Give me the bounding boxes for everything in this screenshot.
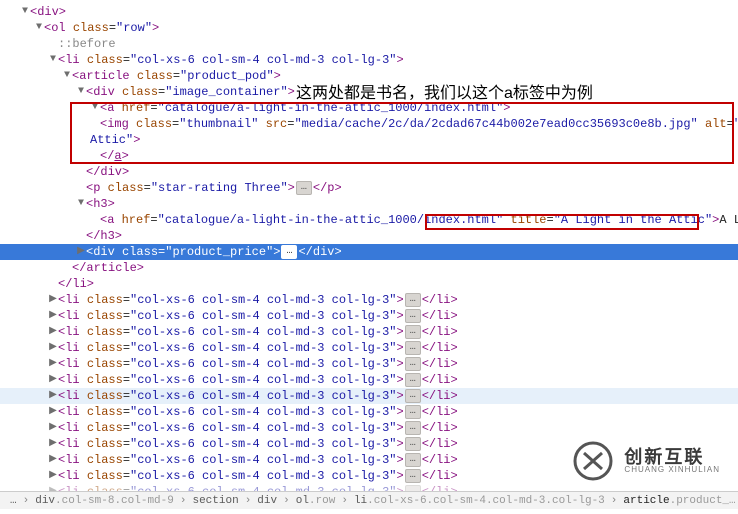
collapsed-icon[interactable]: … [405,341,421,355]
class-value: product_price [172,245,266,259]
link-text: A Light in the … [719,213,738,227]
node-li[interactable]: <li class="col-xs-6 col-sm-4 col-md-3 co… [0,52,738,68]
collapsed-icon[interactable]: … [405,373,421,387]
logo-text-cn: 创新互联 [624,448,720,466]
logo-icon [570,441,616,481]
dom-tree: <div> <ol class="row"> ::before <li clas… [0,0,738,500]
logo-text-en: CHUANG XINHULIAN [624,466,720,474]
toggle-icon[interactable] [48,308,58,324]
node-img-cont: Attic"> [0,132,738,148]
toggle-icon[interactable] [76,196,86,212]
collapsed-icon[interactable]: … [281,245,297,259]
toggle-icon[interactable] [48,404,58,420]
class-value: product_pod [187,69,266,83]
node-ol[interactable]: <ol class="row"> [0,20,738,36]
node-h3[interactable]: <h3> [0,196,738,212]
node-li[interactable]: <li class="col-xs-6 col-sm-4 col-md-3 co… [0,292,738,308]
class-value: thumbnail [186,117,251,131]
node-li[interactable]: <li class="col-xs-6 col-sm-4 col-md-3 co… [0,356,738,372]
node-li[interactable]: <li class="col-xs-6 col-sm-4 col-md-3 co… [0,308,738,324]
annotation-text: 这两处都是书名，我们以这个a标签中为例 [296,79,593,103]
href-value: catalogue/a-light-in-the-attic_1000/inde… [165,101,496,115]
crumb-div[interactable]: div.col-sm-8.col-md-9 [33,495,176,507]
watermark-logo: 创新互联 CHUANG XINHULIAN [564,437,726,485]
collapsed-icon[interactable]: … [405,293,421,307]
collapsed-icon[interactable]: … [405,357,421,371]
node-li-close[interactable]: </li> [0,276,738,292]
node-div[interactable]: <div> [0,4,738,20]
toggle-icon[interactable] [20,4,30,20]
toggle-icon[interactable] [48,468,58,484]
node-div-close[interactable]: </div> [0,164,738,180]
toggle-icon[interactable] [48,356,58,372]
node-product-price[interactable]: <div class="product_price">…</div> [0,244,738,260]
title-value: A Light in the Attic [561,213,705,227]
toggle-icon[interactable] [76,244,86,260]
toggle-icon[interactable] [90,100,100,116]
class-value: col-xs-6 col-sm-4 col-md-3 col-lg-3 [137,53,389,67]
breadcrumb[interactable]: … div.col-sm-8.col-md-9 section div ol.r… [0,491,738,509]
node-a-title[interactable]: <a href="catalogue/a-light-in-the-attic_… [0,212,738,228]
crumb-article[interactable]: article.product_… [621,495,737,507]
collapsed-icon[interactable]: … [405,405,421,419]
node-article-close[interactable]: </article> [0,260,738,276]
crumb-ellipsis[interactable]: … [8,495,19,507]
collapsed-icon[interactable]: … [405,309,421,323]
collapsed-icon[interactable]: … [405,437,421,451]
toggle-icon[interactable] [48,452,58,468]
pseudo-before: ::before [0,36,738,52]
collapsed-icon[interactable]: … [296,181,312,195]
crumb-ol[interactable]: ol.row [294,495,338,507]
collapsed-icon[interactable]: … [405,421,421,435]
node-li[interactable]: <li class="col-xs-6 col-sm-4 col-md-3 co… [0,372,738,388]
toggle-icon[interactable] [48,324,58,340]
collapsed-icon[interactable]: … [405,453,421,467]
node-p-rating[interactable]: <p class="star-rating Three">…</p> [0,180,738,196]
node-li[interactable]: <li class="col-xs-6 col-sm-4 col-md-3 co… [0,388,738,404]
toggle-icon[interactable] [48,292,58,308]
crumb-li[interactable]: li.col-xs-6.col-sm-4.col-md-3.col-lg-3 [352,495,607,507]
href-value: catalogue/a-light-in-the-attic_1000/inde… [165,213,496,227]
collapsed-icon[interactable]: … [405,469,421,483]
toggle-icon[interactable] [76,84,86,100]
node-li[interactable]: <li class="col-xs-6 col-sm-4 col-md-3 co… [0,404,738,420]
toggle-icon[interactable] [48,388,58,404]
crumb-section[interactable]: section [190,495,240,507]
toggle-icon[interactable] [48,340,58,356]
class-value: image_container [172,85,280,99]
toggle-icon[interactable] [48,436,58,452]
toggle-icon[interactable] [48,372,58,388]
crumb-div[interactable]: div [255,495,279,507]
toggle-icon[interactable] [48,420,58,436]
class-value: row [123,21,145,35]
src-value: media/cache/2c/da/2cdad67c44b002e7ead0cc… [302,117,691,131]
toggle-icon[interactable] [48,52,58,68]
node-li[interactable]: <li class="col-xs-6 col-sm-4 col-md-3 co… [0,340,738,356]
node-h3-close[interactable]: </h3> [0,228,738,244]
node-a-close[interactable]: </a> [0,148,738,164]
node-li[interactable]: <li class="col-xs-6 col-sm-4 col-md-3 co… [0,324,738,340]
collapsed-icon[interactable]: … [405,325,421,339]
class-value: star-rating Three [158,181,280,195]
collapsed-icon[interactable]: … [405,389,421,403]
toggle-icon[interactable] [34,20,44,36]
node-img[interactable]: <img class="thumbnail" src="media/cache/… [0,116,738,132]
toggle-icon[interactable] [62,68,72,84]
node-li[interactable]: <li class="col-xs-6 col-sm-4 col-md-3 co… [0,420,738,436]
